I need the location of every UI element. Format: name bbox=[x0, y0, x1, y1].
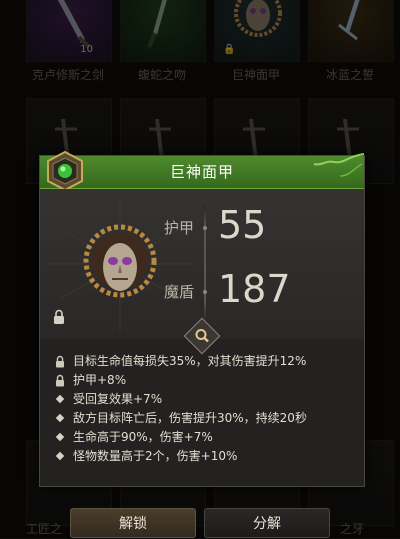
salvage-button[interactable]: 分解 bbox=[204, 508, 330, 538]
item-info-box: 护甲 55 魔盾 187 bbox=[40, 189, 364, 339]
effect-text: 目标生命值每损失35%，对其伤害提升12% bbox=[73, 354, 307, 368]
stat-value-armor: 55 bbox=[218, 203, 267, 247]
effect-item: 护甲+8% bbox=[40, 371, 364, 390]
stat-label-armor: 护甲 bbox=[164, 219, 195, 237]
item-detail-popup: 巨神面甲 护甲 55 魔盾 187 目标生命值每损失35%，对其伤害提升12% … bbox=[39, 150, 365, 487]
diamond-bullet-icon bbox=[55, 394, 65, 404]
popup-header: 巨神面甲 bbox=[40, 150, 364, 192]
lock-icon bbox=[56, 355, 64, 368]
stat-value-shield: 187 bbox=[218, 267, 291, 311]
effect-item: 敌方目标阵亡后，伤害提升30%，持续20秒 bbox=[40, 409, 364, 428]
unlock-button[interactable]: 解锁 bbox=[70, 508, 196, 538]
stat-dot bbox=[203, 290, 207, 294]
effect-item: 受回复效果+7% bbox=[40, 390, 364, 409]
stat-divider bbox=[204, 205, 206, 323]
effect-text: 敌方目标阵亡后，伤害提升30%，持续20秒 bbox=[73, 411, 307, 425]
vine-ornament-icon bbox=[313, 153, 364, 177]
diamond-bullet-icon bbox=[55, 413, 65, 423]
effect-item: 怪物数量高于2个，伤害+10% bbox=[40, 447, 364, 466]
magnifier-icon[interactable] bbox=[192, 326, 212, 346]
effect-item: 生命高于90%，伤害+7% bbox=[40, 428, 364, 447]
lock-icon bbox=[54, 309, 64, 324]
effect-text: 怪物数量高于2个，伤害+10% bbox=[73, 449, 238, 463]
diamond-bullet-icon bbox=[55, 432, 65, 442]
diamond-bullet-icon bbox=[55, 451, 65, 461]
effect-text: 受回复效果+7% bbox=[73, 392, 163, 406]
stat-label-shield: 魔盾 bbox=[164, 283, 195, 301]
effect-list: 目标生命值每损失35%，对其伤害提升12% 护甲+8% 受回复效果+7% 敌方目… bbox=[40, 352, 364, 466]
stat-dot bbox=[203, 226, 207, 230]
effect-text: 护甲+8% bbox=[73, 373, 127, 387]
lock-icon bbox=[56, 374, 64, 387]
effect-item: 目标生命值每损失35%，对其伤害提升12% bbox=[40, 352, 364, 371]
effect-text: 生命高于90%，伤害+7% bbox=[73, 430, 213, 444]
